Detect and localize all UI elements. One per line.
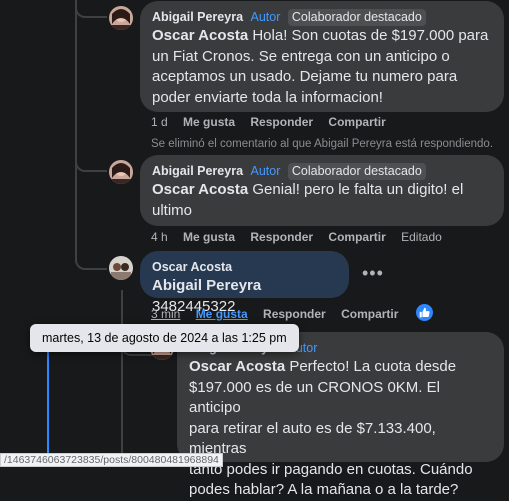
comment-timestamp[interactable]: 4 h bbox=[151, 230, 168, 244]
edited-label: Editado bbox=[401, 230, 442, 244]
thread-connector bbox=[75, 0, 107, 18]
author-badge: Autor bbox=[250, 10, 281, 24]
comment-actions: 4 h Me gusta Responder Compartir Editado bbox=[151, 229, 454, 245]
comment-actions: 1 d Me gusta Responder Compartir bbox=[151, 114, 398, 130]
comment-text-line: aceptamos un usado. Dejame tu numero par… bbox=[152, 68, 458, 85]
top-contributor-badge[interactable]: Colaborador destacado bbox=[287, 163, 426, 180]
share-button[interactable]: Compartir bbox=[328, 115, 385, 129]
mention-link[interactable]: Oscar Acosta bbox=[189, 358, 285, 375]
comment-timestamp[interactable]: 3 min bbox=[151, 307, 180, 321]
comment-author[interactable]: Abigail Pereyra bbox=[152, 10, 243, 24]
top-contributor-badge[interactable]: Colaborador destacado bbox=[287, 9, 426, 26]
comment-header: Abigail Pereyra Autor Colaborador destac… bbox=[152, 8, 492, 26]
comment-text-line: podes hablar? A la mañana o a la tarde? bbox=[189, 481, 459, 498]
comment-text: Oscar Acosta Hola! Son cuotas de $197.00… bbox=[152, 26, 492, 108]
share-button[interactable]: Compartir bbox=[341, 307, 398, 321]
comment-timestamp[interactable]: 1 d bbox=[151, 115, 168, 129]
comment-text-line: Perfecto! La cuota desde bbox=[285, 358, 457, 375]
more-options-icon[interactable]: ••• bbox=[362, 264, 384, 282]
like-button[interactable]: Me gusta bbox=[183, 115, 235, 129]
thread-connector bbox=[75, 250, 107, 270]
reply-button[interactable]: Responder bbox=[250, 115, 313, 129]
comment-author[interactable]: Abigail Pereyra bbox=[152, 164, 243, 178]
like-button[interactable]: Me gusta bbox=[196, 307, 248, 321]
avatar[interactable] bbox=[109, 256, 133, 280]
reply-button[interactable]: Responder bbox=[263, 307, 326, 321]
nested-thread-line bbox=[121, 290, 123, 467]
comment-text-line: tanto podes ir pagando en cuotas. Cuándo bbox=[189, 460, 473, 478]
comment-text-line: poder enviarte toda la informacion! bbox=[152, 88, 383, 106]
comment-bubble: Abigail Pereyra Autor Colaborador destac… bbox=[140, 155, 504, 226]
mention-link[interactable]: Oscar Acosta bbox=[152, 27, 248, 44]
status-bar-url: /146374606372383​5/posts/8004804819​6889… bbox=[0, 453, 223, 467]
thread-line bbox=[75, 0, 77, 262]
like-button[interactable]: Me gusta bbox=[183, 230, 235, 244]
reply-button[interactable]: Responder bbox=[250, 230, 313, 244]
comment-text-line: Hola! Son cuotas de $197.000 para bbox=[248, 27, 489, 44]
timestamp-tooltip: martes, 13 de agosto de 2024 a las 1:25 … bbox=[30, 324, 299, 352]
comment-text-line: Genial! pero le falta un digito! el bbox=[248, 181, 464, 198]
comment-author[interactable]: Oscar Acosta bbox=[152, 260, 232, 274]
author-badge: Autor bbox=[250, 164, 281, 178]
comment-header: Oscar Acosta bbox=[152, 258, 337, 276]
comment-text: Oscar Acosta Genial! pero le falta un di… bbox=[152, 180, 492, 221]
active-thread-line bbox=[47, 340, 49, 467]
mention-link[interactable]: Abigail Pereyra bbox=[152, 277, 261, 294]
thumbs-up-icon[interactable] bbox=[416, 304, 433, 321]
mention-link[interactable]: Oscar Acosta bbox=[152, 181, 248, 198]
comment-bubble-highlighted: Oscar Acosta Abigail Pereyra 3482445322 bbox=[140, 251, 349, 315]
avatar[interactable] bbox=[109, 160, 133, 184]
comment-text-line: para retirar el auto es de $7.133.400, m… bbox=[189, 419, 436, 458]
comment-text-line: un Fiat Cronos. Se entrega con un antici… bbox=[152, 47, 450, 65]
comment-text: Oscar Acosta Perfecto! La cuota desde $1… bbox=[189, 357, 492, 501]
avatar[interactable] bbox=[109, 6, 133, 30]
comment-text-line: ultimo bbox=[152, 201, 193, 219]
thread-connector bbox=[75, 152, 107, 172]
comment-header: Abigail Pereyra Autor Colaborador destac… bbox=[152, 162, 492, 180]
share-button[interactable]: Compartir bbox=[328, 230, 385, 244]
comment-actions: 3 min Me gusta Responder Compartir bbox=[151, 306, 410, 322]
comment-bubble: Abigail Pereyra Autor Colaborador destac… bbox=[140, 1, 504, 112]
comment-text-line: $197.000 es de un CRONOS 0KM. El anticip… bbox=[189, 378, 440, 417]
deleted-comment-notice: Se eliminó el comentario al que Abigail … bbox=[151, 138, 494, 150]
